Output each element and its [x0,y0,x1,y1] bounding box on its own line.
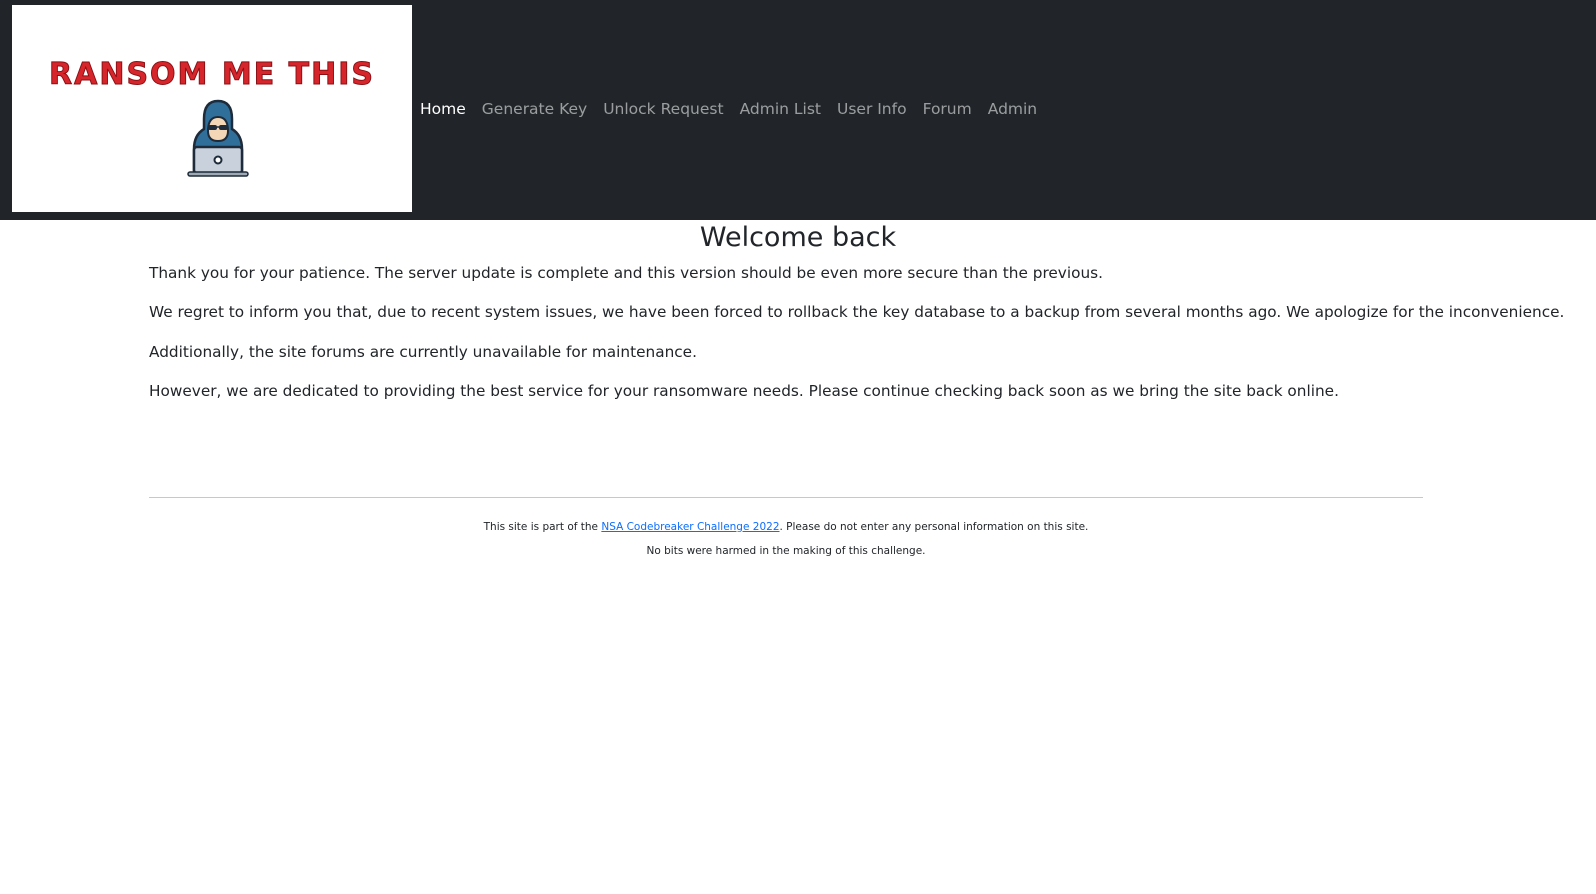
footer-suffix: . Please do not enter any personal infor… [779,521,1089,533]
page-title: Welcome back [699,222,897,253]
nav-admin[interactable]: Admin [988,97,1037,121]
paragraph-service-notice: However, we are dedicated to providing t… [149,382,1339,400]
paragraph-update-complete: Thank you for your patience. The server … [149,264,1104,282]
navbar: RANSOM ME THIS Home Generate Key Unlock … [0,0,1596,220]
nav-generate-key[interactable]: Generate Key [482,97,587,121]
paragraph-rollback-notice: We regret to inform you that, due to rec… [149,303,1565,321]
footer-tagline: No bits were harmed in the making of thi… [646,545,926,557]
hacker-icon [187,99,249,177]
paragraph-forum-maintenance: Additionally, the site forums are curren… [149,343,697,361]
nav-forum[interactable]: Forum [923,97,972,121]
footer-divider [149,497,1423,498]
logo-text: RANSOM ME THIS [49,57,375,93]
main-nav: Home Generate Key Unlock Request Admin L… [420,97,1053,121]
nav-unlock-request[interactable]: Unlock Request [603,97,723,121]
nav-user-info[interactable]: User Info [837,97,907,121]
codebreaker-challenge-link[interactable]: NSA Codebreaker Challenge 2022 [601,521,779,533]
nav-home[interactable]: Home [420,97,466,121]
nav-admin-list[interactable]: Admin List [740,97,821,121]
footer-disclaimer: This site is part of the NSA Codebreaker… [0,519,1572,535]
site-logo[interactable]: RANSOM ME THIS [12,5,412,212]
footer-prefix: This site is part of the [483,521,602,533]
